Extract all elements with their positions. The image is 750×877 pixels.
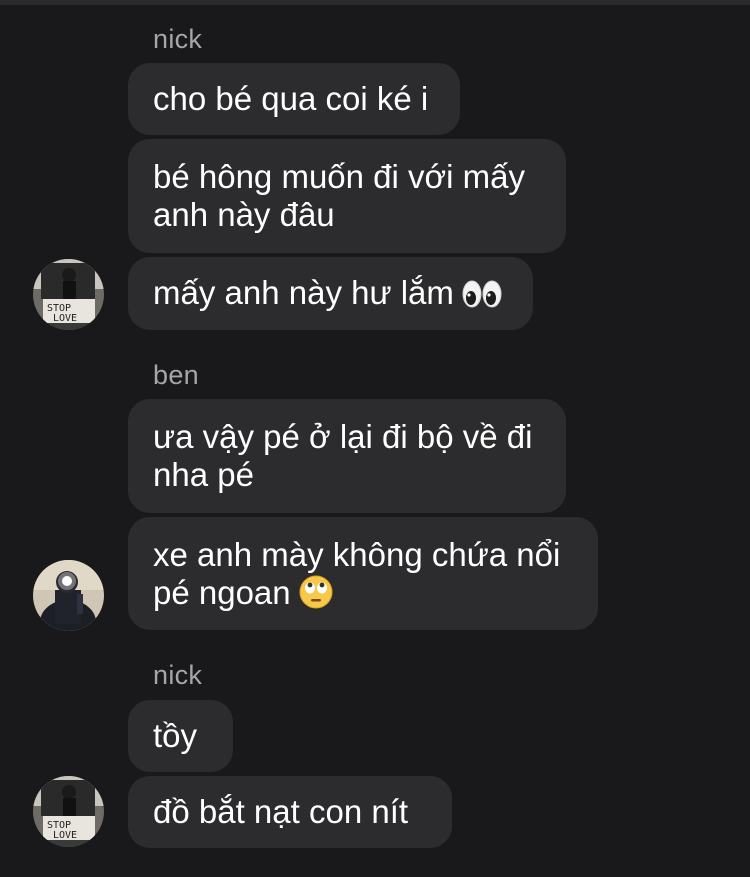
message-bubble[interactable]: bé hông muốn đi với mấy anh này đâu — [128, 139, 566, 253]
avatar-dark-person[interactable] — [33, 560, 104, 631]
message-text-line: xe anh mày không chứa nổi — [153, 536, 561, 573]
message-text: cho bé qua coi ké i — [153, 80, 429, 117]
message-bubble[interactable]: cho bé qua coi ké i — [128, 63, 460, 135]
message-text-line: nha pé — [153, 456, 254, 493]
message-bubble[interactable]: tồy — [128, 700, 233, 772]
svg-text:LOVE: LOVE — [53, 313, 77, 324]
message-text: tồy — [153, 717, 198, 754]
eyes-emoji-icon — [462, 279, 502, 317]
message-bubble[interactable]: mấy anh này hư lắm — [128, 257, 533, 330]
eye-roll-emoji-icon — [299, 575, 333, 617]
message-text-line: anh này đâu — [153, 196, 335, 233]
message-text: mấy anh này hư lắm — [153, 274, 454, 311]
message-text: đồ bắt nạt con nít — [153, 793, 409, 830]
message-text-line: bé hông muốn đi với mấy — [153, 158, 526, 195]
sender-name-nick: nick — [153, 24, 203, 54]
top-divider — [0, 0, 750, 5]
sender-name-nick: nick — [153, 660, 203, 690]
avatar-graffiti[interactable]: STOP LOVE — [33, 776, 104, 847]
message-bubble[interactable]: ưa vậy pé ở lại đi bộ về đi nha pé — [128, 399, 566, 513]
message-text-line: ưa vậy pé ở lại đi bộ về đi — [153, 418, 533, 455]
sender-name-ben: ben — [153, 360, 199, 390]
avatar-graffiti[interactable]: STOP LOVE — [33, 259, 104, 330]
message-bubble[interactable]: xe anh mày không chứa nổi pé ngoan — [128, 517, 598, 630]
message-text-line: pé ngoan — [153, 574, 291, 611]
svg-text:LOVE: LOVE — [53, 830, 77, 841]
message-bubble[interactable]: đồ bắt nạt con nít — [128, 776, 452, 848]
